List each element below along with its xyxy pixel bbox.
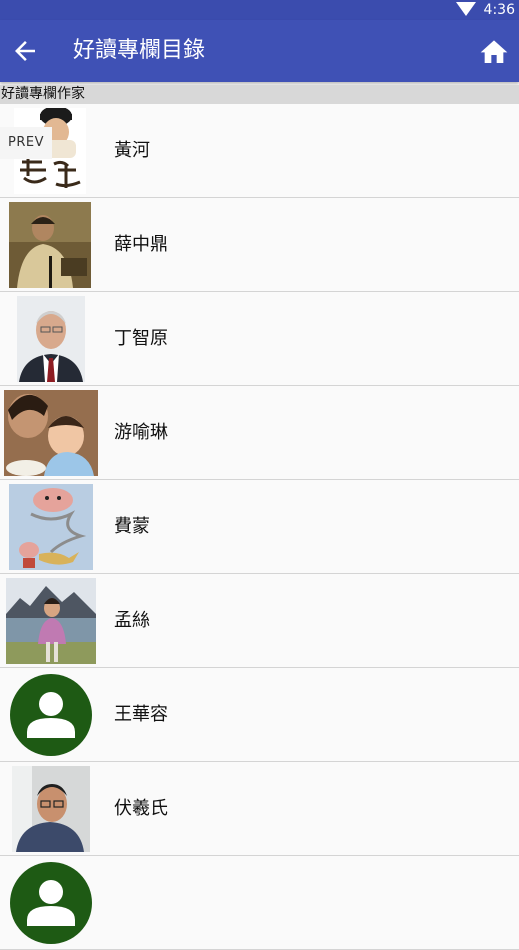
list-item-author[interactable]: 游喻琳 [0,386,519,480]
list-item-author[interactable] [0,856,519,950]
author-name: 游喻琳 [114,422,168,443]
list-item-author[interactable]: 伏羲氏 [0,762,519,856]
author-photo [6,578,96,664]
list-item-author[interactable]: 費蒙 [0,480,519,574]
person-avatar-icon [10,674,92,756]
author-photo [17,296,85,382]
wifi-icon [456,2,476,16]
home-icon [480,40,508,63]
author-name: 丁智原 [114,328,168,349]
list-item-author[interactable]: 孟絲 [0,574,519,668]
back-button[interactable] [10,36,40,66]
author-list: 黃河 薛中鼎 丁智原 游喻琳 費蒙 孟絲 王華容 伏羲氏 [0,104,519,950]
section-header: 好讀專欄作家 [0,85,519,104]
author-photo [9,202,91,288]
person-avatar-icon [10,862,92,944]
list-item-author[interactable]: 薛中鼎 [0,198,519,292]
page-title: 好讀專欄目錄 [73,38,206,63]
home-button[interactable] [478,36,510,66]
app-bar: 好讀專欄目錄 [0,20,519,82]
author-photo [4,390,98,476]
status-bar: 4:36 [0,0,519,20]
author-name: 伏羲氏 [114,798,168,819]
author-photo [12,766,90,852]
author-name: 孟絲 [114,610,150,631]
arrow-left-icon [15,41,35,61]
prev-button[interactable]: PREV [0,127,52,159]
list-item-author[interactable]: 黃河 [0,104,519,198]
list-item-author[interactable]: 丁智原 [0,292,519,386]
author-name: 薛中鼎 [114,234,168,255]
status-time: 4:36 [483,2,515,18]
author-photo [9,484,93,570]
list-item-author[interactable]: 王華容 [0,668,519,762]
author-name: 黃河 [114,140,150,161]
author-name: 費蒙 [114,516,150,537]
author-name: 王華容 [114,704,168,725]
